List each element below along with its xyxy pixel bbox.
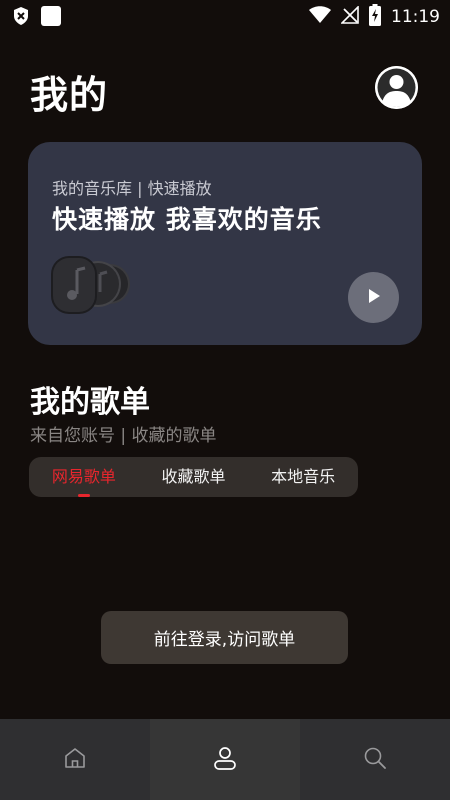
status-bar: 11:19 [0, 0, 450, 32]
nav-home[interactable] [0, 719, 150, 800]
user-icon [212, 745, 238, 775]
album-discs-icon [50, 252, 140, 322]
tab-label: 网易歌单 [51, 467, 116, 486]
playlists-title: 我的歌单 [30, 385, 150, 420]
home-icon [63, 746, 87, 774]
tab-netease-playlists[interactable]: 网易歌单 [29, 457, 139, 497]
play-button[interactable] [348, 272, 399, 323]
status-bar-right: 11:19 [309, 4, 440, 30]
shield-x-icon [12, 6, 30, 30]
tab-local-music[interactable]: 本地音乐 [248, 457, 358, 497]
quick-play-card[interactable]: 我的音乐库 | 快速播放 快速播放 我喜欢的音乐 [28, 142, 422, 345]
nav-search[interactable] [300, 719, 450, 800]
playlists-subtitle: 来自您账号 | 收藏的歌单 [30, 426, 217, 446]
status-time: 11:19 [391, 7, 440, 27]
tab-favorite-playlists[interactable]: 收藏歌单 [139, 457, 249, 497]
battery-charging-icon [369, 4, 381, 30]
search-icon [363, 746, 387, 774]
quick-card-title: 快速播放 我喜欢的音乐 [52, 205, 322, 234]
no-signal-icon [340, 5, 359, 28]
playlist-tabs: 网易歌单 收藏歌单 本地音乐 [29, 457, 358, 497]
tab-label: 本地音乐 [271, 467, 336, 486]
square-notification-icon [40, 5, 62, 31]
wifi-icon [309, 6, 331, 28]
quick-card-subtitle: 我的音乐库 | 快速播放 [52, 179, 212, 198]
status-bar-left [12, 5, 62, 31]
login-button[interactable]: 前往登录,访问歌单 [101, 611, 348, 664]
user-avatar-icon[interactable] [375, 66, 418, 109]
bottom-nav [0, 719, 450, 800]
play-icon [366, 288, 382, 308]
page-title: 我的 [30, 73, 109, 117]
tab-label: 收藏歌单 [161, 467, 226, 486]
nav-mine[interactable] [150, 719, 300, 800]
active-tab-indicator [77, 494, 90, 497]
